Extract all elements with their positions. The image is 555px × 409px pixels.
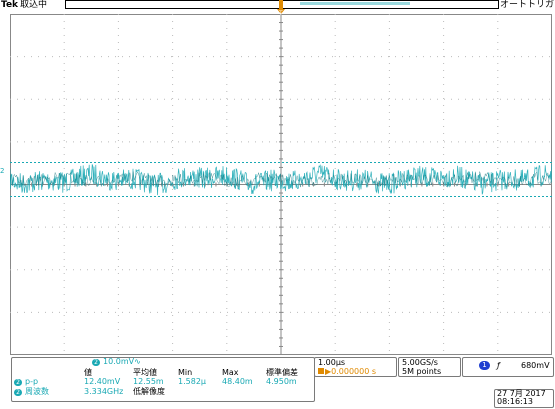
measurement-row-pp[interactable]: 2 p-p bbox=[14, 377, 38, 386]
channel-badge: 2 bbox=[14, 389, 22, 396]
pp-mean: 12.55m bbox=[133, 377, 164, 386]
header-stddev: 標準偏差 bbox=[266, 368, 298, 377]
trigger-panel[interactable]: 1 ƒ 680mV bbox=[462, 357, 554, 377]
measurement-row-frequency[interactable]: 2 周波数 bbox=[14, 387, 49, 396]
pp-stddev: 4.950m bbox=[266, 377, 297, 386]
waveform-display[interactable] bbox=[10, 14, 552, 355]
channel-scale-value: 10.0mV∿ bbox=[103, 357, 141, 366]
header-max: Max bbox=[222, 368, 239, 377]
sample-rate: 5.00GS/s bbox=[402, 358, 438, 367]
record-length: 5M points bbox=[402, 367, 442, 376]
acquisition-status: 取込中 bbox=[20, 0, 48, 10]
measurement-label: p-p bbox=[25, 377, 39, 386]
brand-logo: Tek bbox=[1, 0, 19, 10]
channel-scale[interactable]: 2 10.0mV∿ bbox=[92, 358, 141, 366]
trigger-source-badge: 1 bbox=[479, 361, 490, 370]
trigger-position-label: T bbox=[279, 10, 283, 17]
pp-max: 48.40m bbox=[222, 377, 253, 386]
pp-value: 12.40mV bbox=[84, 377, 121, 386]
pp-min: 1.582μ bbox=[178, 377, 206, 386]
header-value: 値 bbox=[84, 368, 92, 377]
trigger-level: 680mV bbox=[521, 361, 550, 370]
channel-badge: 2 bbox=[14, 379, 22, 386]
channel-badge: 2 bbox=[92, 359, 100, 366]
horizontal-scale: 1.00μs bbox=[318, 358, 346, 367]
frequency-value: 3.334GHz bbox=[84, 387, 124, 396]
header-mean: 平均値 bbox=[133, 368, 157, 377]
horizontal-position: ▶0.000000 s bbox=[318, 367, 376, 376]
measurement-panel[interactable]: 2 10.0mV∿ 値 平均値 Min Max 標準偏差 2 p-p 12.40mV… bbox=[11, 357, 315, 402]
graticule bbox=[10, 14, 552, 355]
date-time-display: 27 7月 2017 08:16:13 bbox=[494, 389, 554, 408]
measurement-label: 周波数 bbox=[25, 387, 49, 396]
trigger-position-marker[interactable] bbox=[279, 0, 283, 9]
t-marker-icon bbox=[318, 368, 324, 374]
rising-edge-icon: ƒ bbox=[497, 361, 500, 370]
timebase-panel[interactable]: 1.00μs ▶0.000000 s bbox=[314, 357, 397, 377]
acquisition-panel[interactable]: 5.00GS/s 5M points bbox=[398, 357, 461, 377]
trigger-mode-label: オートトリガ bbox=[500, 0, 555, 10]
header-min: Min bbox=[178, 368, 193, 377]
channel-2-ground-marker[interactable]: 2 bbox=[0, 167, 4, 175]
time: 08:16:13 bbox=[497, 397, 533, 406]
frequency-low-resolution: 低解像度 bbox=[133, 387, 165, 396]
record-view-window[interactable] bbox=[300, 2, 410, 5]
